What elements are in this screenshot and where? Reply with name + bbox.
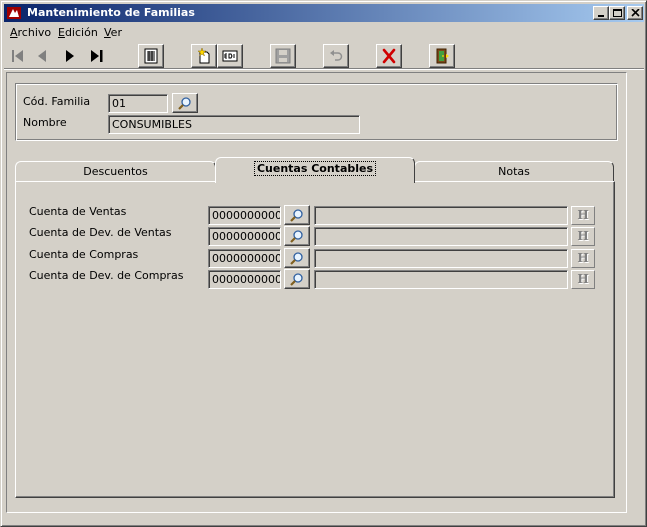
- next-record-button[interactable]: [58, 44, 82, 68]
- undo-icon: [330, 50, 343, 61]
- window-title: Mantenimiento de Familias: [27, 6, 195, 19]
- magnifier-icon: [290, 230, 303, 243]
- toolbar-separator: [4, 68, 644, 70]
- account-label: Cuenta de Dev. de Compras: [29, 269, 184, 282]
- app-logo-icon: [6, 5, 22, 21]
- maximize-icon: [613, 9, 622, 17]
- account-label: Cuenta de Ventas: [29, 205, 127, 218]
- account-lookup-button[interactable]: [284, 226, 310, 246]
- app-window: Mantenimiento de Familias Archivo Edició…: [0, 0, 647, 527]
- account-lookup-button[interactable]: [284, 248, 310, 268]
- tab-cuentas-contables-label: Cuentas Contables: [253, 161, 377, 176]
- account-description-field: [314, 206, 568, 225]
- delete-button[interactable]: [376, 44, 402, 68]
- account-h-button[interactable]: H: [571, 206, 595, 225]
- magnifier-icon: [178, 97, 191, 110]
- menu-archivo[interactable]: Archivo: [7, 26, 54, 39]
- tab-notas[interactable]: Notas: [414, 161, 614, 183]
- cod-familia-field[interactable]: 01: [108, 94, 168, 113]
- tab-notas-label: Notas: [498, 165, 530, 178]
- account-description-field: [314, 227, 568, 246]
- edit-record-button[interactable]: [217, 44, 243, 68]
- grid-list-icon: [144, 48, 158, 64]
- next-record-icon: [66, 50, 74, 62]
- undo-button[interactable]: [323, 44, 349, 68]
- cod-familia-lookup-button[interactable]: [172, 93, 198, 113]
- account-code-field[interactable]: 0000000000: [208, 206, 281, 225]
- account-h-button[interactable]: H: [571, 249, 595, 268]
- last-record-icon: [91, 50, 103, 62]
- account-label: Cuenta de Dev. de Ventas: [29, 226, 172, 239]
- maximize-button[interactable]: [609, 6, 625, 20]
- toolbar: [4, 42, 644, 68]
- save-button[interactable]: [270, 44, 296, 68]
- family-header-group: Cód. Familia 01 Nombre CONSUMIBLES: [15, 83, 618, 141]
- first-record-button[interactable]: [6, 44, 30, 68]
- account-description-field: [314, 270, 568, 289]
- save-icon: [275, 48, 291, 64]
- close-icon: [631, 9, 640, 17]
- list-view-button[interactable]: [138, 44, 164, 68]
- magnifier-icon: [290, 252, 303, 265]
- edit-record-icon: [222, 50, 238, 62]
- close-button[interactable]: [627, 6, 643, 20]
- tab-content-cuentas-contables: Cuenta de Ventas 0000000000 H Cuenta de …: [15, 181, 615, 498]
- account-lookup-button[interactable]: [284, 205, 310, 225]
- previous-record-icon: [38, 50, 46, 62]
- magnifier-icon: [290, 209, 303, 222]
- delete-icon: [382, 48, 396, 64]
- new-record-button[interactable]: [191, 44, 217, 68]
- tab-cuentas-contables[interactable]: Cuentas Contables: [215, 157, 415, 183]
- tab-descuentos-label: Descuentos: [83, 165, 148, 178]
- tab-descuentos[interactable]: Descuentos: [15, 161, 216, 183]
- account-h-button[interactable]: H: [571, 227, 595, 246]
- menu-bar: Archivo Edición Ver: [4, 24, 644, 42]
- minimize-button[interactable]: [593, 6, 609, 20]
- exit-button[interactable]: [429, 44, 455, 68]
- account-h-button[interactable]: H: [571, 270, 595, 289]
- menu-ver[interactable]: Ver: [101, 26, 125, 39]
- nombre-label: Nombre: [23, 116, 67, 129]
- account-code-field[interactable]: 0000000000: [208, 249, 281, 268]
- account-description-field: [314, 249, 568, 268]
- account-code-field[interactable]: 0000000000: [208, 227, 281, 246]
- minimize-icon: [598, 15, 604, 17]
- cod-familia-label: Cód. Familia: [23, 95, 91, 108]
- last-record-button[interactable]: [85, 44, 109, 68]
- account-label: Cuenta de Compras: [29, 248, 139, 261]
- title-bar[interactable]: Mantenimiento de Familias: [4, 4, 644, 22]
- menu-edicion[interactable]: Edición: [55, 26, 101, 39]
- new-record-icon: [197, 48, 210, 64]
- previous-record-button[interactable]: [31, 44, 55, 68]
- magnifier-icon: [290, 273, 303, 286]
- exit-door-icon: [436, 48, 449, 64]
- account-lookup-button[interactable]: [284, 269, 310, 289]
- account-code-field[interactable]: 0000000000: [208, 270, 281, 289]
- tab-strip: Descuentos Cuentas Contables Notas: [15, 157, 617, 183]
- first-record-icon: [12, 50, 23, 62]
- main-panel: Cód. Familia 01 Nombre CONSUMIBLES Descu…: [6, 72, 627, 513]
- nombre-field[interactable]: CONSUMIBLES: [108, 115, 360, 134]
